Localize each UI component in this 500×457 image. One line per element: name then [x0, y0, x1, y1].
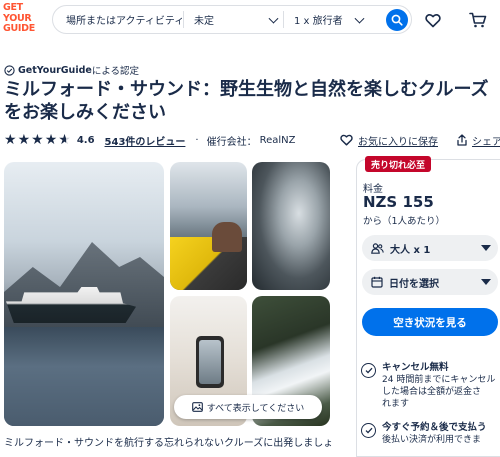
check-circle-icon [361, 363, 376, 378]
star-partial-icon: ★ [58, 132, 71, 148]
search-button[interactable] [386, 9, 408, 31]
check-circle-icon [361, 423, 376, 438]
perk-line: 後払い決済が利用できま [382, 435, 482, 445]
wishlist-header-button[interactable] [422, 9, 444, 31]
show-all-photos-button[interactable]: すべて表示してください [174, 395, 322, 419]
perk-line: 24 時間前までにキャンセル [382, 375, 496, 385]
travelers-value: 1 x 旅行者 [294, 16, 343, 27]
date-dropdown[interactable]: 未定 [183, 11, 283, 28]
star-rating: ★ ★ ★ ★ ★ [4, 133, 71, 147]
certified-check-icon [4, 64, 15, 76]
rating-value: 4.6 [76, 134, 95, 146]
star-full-icon: ★ [44, 132, 58, 148]
gallery-main-photo[interactable] [4, 162, 164, 426]
heart-icon [425, 13, 441, 27]
check-availability-button[interactable]: 空き状況を見る [362, 308, 498, 336]
star-full-icon: ★ [4, 132, 17, 148]
price-per-person: から（1人あたり） [363, 216, 446, 227]
image-icon [191, 402, 203, 412]
date-select-value: 日付を選択 [389, 278, 439, 290]
travelers-dropdown[interactable]: 1 x 旅行者 [283, 11, 369, 28]
operator-label: 催行会社： [206, 136, 257, 148]
chevron-down-icon [354, 13, 365, 24]
operator-name[interactable]: RealNZ [260, 135, 296, 146]
rating-row: ★ ★ ★ ★ ★ 4.6 543件のレビュー · 催行会社： RealNZ [4, 131, 295, 149]
share-button[interactable]: シェア [456, 131, 500, 149]
date-value: 未定 [194, 16, 214, 27]
cart-icon [469, 12, 487, 28]
participants-select[interactable]: 大人 x 1 [362, 235, 498, 261]
separator-dot: · [195, 134, 199, 146]
passengers-shape [212, 222, 242, 252]
location-search-input[interactable]: 場所またはアクティビティ... [53, 6, 183, 33]
logo-line-3: GUIDE [3, 23, 35, 34]
chevron-down-icon [268, 13, 279, 24]
gallery-photo-dolphins[interactable] [252, 162, 330, 290]
cart-button[interactable] [467, 9, 489, 31]
people-icon [371, 242, 384, 254]
perk-line: れます [382, 399, 410, 409]
price-value: NZS 155 [363, 193, 434, 211]
free-cancellation-perk: キャンセル無料 24 時間前までにキャンセル した場合は全額が返金さ れます [361, 362, 495, 410]
perk-line: した場合は全額が返金さ [382, 387, 482, 397]
booking-panel: 売り切れ必至 料金 NZS 155 から（1人あたり） 大人 x 1 日付を選択 [356, 156, 500, 457]
reviews-link[interactable]: 543件のレビュー [105, 133, 186, 148]
heart-icon [340, 134, 353, 146]
share-label: シェア [472, 136, 500, 148]
title-line-2: をお楽しみください [4, 102, 166, 123]
share-icon [457, 134, 467, 146]
gallery-photo-deck[interactable] [170, 162, 247, 290]
water-shape [4, 327, 164, 426]
getyourguide-logo[interactable]: GET YOUR GUIDE [3, 2, 43, 37]
logo-line-1: GET [3, 2, 23, 13]
certification-brand: GetYourGuide [18, 64, 92, 76]
search-bar: 場所またはアクティビティ... 未定 1 x 旅行者 [52, 5, 412, 34]
star-full-icon: ★ [31, 132, 44, 148]
perk-title: 今すぐ予約＆後で支払う [382, 422, 487, 433]
reserve-now-pay-later-perk: 今すぐ予約＆後で支払う 後払い決済が利用できま [361, 422, 487, 446]
certification-badge: GetYourGuide による認定 [4, 63, 139, 77]
show-all-label: すべて表示してください [206, 403, 305, 414]
wishlist-label: お気に入りに保存 [358, 136, 438, 148]
caret-down-icon [481, 245, 491, 251]
caret-down-icon [481, 279, 491, 285]
sells-out-badge: 売り切れ必至 [365, 156, 432, 172]
star-full-icon: ★ [17, 132, 31, 148]
perk-title: キャンセル無料 [382, 362, 449, 373]
calendar-icon [371, 276, 383, 288]
title-line-1: ミルフォード・サウンド：野生生物と自然を楽しむクルーズ [4, 79, 489, 100]
certification-suffix: による認定 [91, 66, 140, 77]
search-icon [391, 14, 403, 26]
phone-shape [196, 336, 224, 388]
activity-description: ミルフォード・サウンドを航行する忘れられないクルーズに出発しましょう。 [4, 438, 334, 449]
top-header: GET YOUR GUIDE 場所またはアクティビティ... 未定 1 x 旅行… [0, 0, 500, 40]
page-title: ミルフォード・サウンド：野生生物と自然を楽しむクルーズ をお楽しみください [4, 78, 500, 124]
photo-gallery: すべて表示してください [4, 162, 330, 426]
participants-value: 大人 x 1 [390, 244, 431, 256]
location-placeholder: 場所またはアクティビティ... [66, 16, 183, 27]
add-to-wishlist-button[interactable]: お気に入りに保存 [340, 131, 438, 149]
date-select[interactable]: 日付を選択 [362, 269, 498, 295]
